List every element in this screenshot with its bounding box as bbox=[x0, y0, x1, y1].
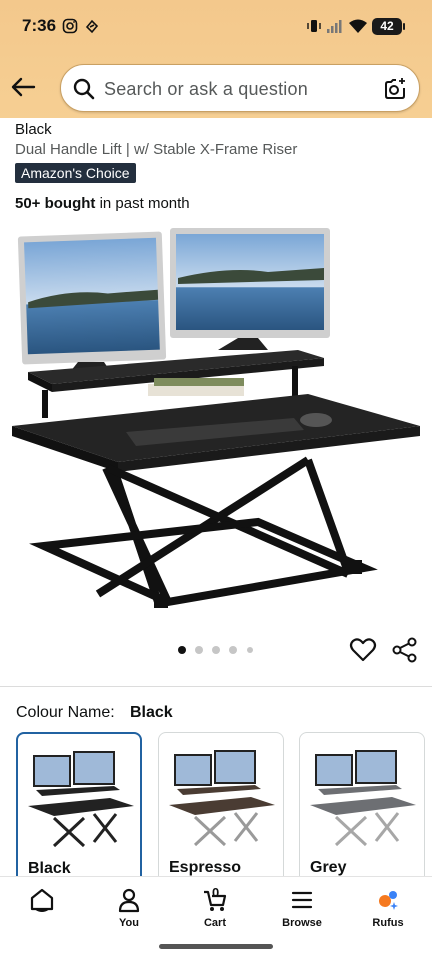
menu-icon bbox=[291, 891, 313, 909]
section-divider bbox=[0, 686, 432, 687]
swatch-image-black bbox=[28, 751, 134, 848]
carousel-dot[interactable] bbox=[195, 646, 203, 654]
left-monitor bbox=[17, 231, 167, 374]
person-icon bbox=[118, 888, 140, 913]
colour-selected-value: Black bbox=[130, 704, 173, 721]
vibrate-icon bbox=[307, 20, 321, 32]
amazons-choice-badge[interactable]: Amazon's Choice bbox=[15, 163, 136, 183]
bought-period: in past month bbox=[95, 195, 190, 212]
wifi-icon bbox=[349, 19, 367, 33]
carousel-dot[interactable] bbox=[229, 646, 237, 654]
nav-rufus-label: Rufus bbox=[372, 917, 404, 929]
app-header: 7:36 42 Search or ask a question bbox=[0, 0, 432, 118]
carousel-dot[interactable] bbox=[212, 646, 220, 654]
product-title[interactable]: Black bbox=[15, 121, 52, 138]
nav-cart[interactable]: 0 Cart bbox=[185, 885, 245, 935]
colour-label: Colour Name: bbox=[16, 704, 115, 721]
battery-indicator: 42 bbox=[372, 18, 405, 35]
colour-option-label: Espresso bbox=[169, 859, 242, 876]
nav-cart-label: Cart bbox=[203, 917, 226, 929]
rufus-icon bbox=[379, 891, 398, 910]
nav-rufus[interactable]: Rufus bbox=[358, 887, 418, 935]
instagram-icon bbox=[62, 18, 78, 34]
home-icon bbox=[30, 888, 54, 912]
bought-count: 50+ bought bbox=[15, 195, 96, 212]
colour-option-black[interactable]: Black bbox=[16, 732, 142, 892]
search-bar[interactable]: Search or ask a question bbox=[60, 64, 420, 112]
search-input[interactable]: Search or ask a question bbox=[104, 79, 308, 100]
right-monitor bbox=[170, 228, 330, 350]
nav-you[interactable]: You bbox=[99, 887, 159, 935]
purchase-count: 50+ bought in past month bbox=[15, 195, 190, 212]
search-icon bbox=[73, 78, 95, 100]
notification-app-icon bbox=[85, 19, 99, 34]
camera-lens-icon[interactable] bbox=[383, 77, 407, 101]
nav-home[interactable] bbox=[12, 887, 72, 935]
back-arrow-icon[interactable] bbox=[8, 72, 38, 102]
carousel-dot[interactable] bbox=[247, 647, 253, 653]
nav-browse-label: Browse bbox=[282, 917, 322, 929]
home-indicator[interactable] bbox=[159, 944, 273, 949]
swatch-image-grey bbox=[310, 750, 416, 847]
status-time: 7:36 bbox=[22, 16, 57, 35]
colour-option-label: Grey bbox=[310, 859, 347, 876]
nav-browse[interactable]: Browse bbox=[272, 887, 332, 935]
nav-you-label: You bbox=[119, 917, 139, 929]
product-subtitle: Dual Handle Lift | w/ Stable X-Frame Ris… bbox=[15, 141, 298, 158]
swatch-image-espresso bbox=[169, 750, 275, 847]
cart-count: 0 bbox=[212, 885, 220, 900]
status-bar: 7:36 42 bbox=[0, 0, 432, 52]
carousel-dot-active[interactable] bbox=[178, 646, 186, 654]
colour-option-grey[interactable]: Grey bbox=[299, 732, 425, 892]
product-image[interactable] bbox=[8, 222, 424, 622]
share-icon[interactable] bbox=[391, 636, 419, 664]
signal-icon bbox=[327, 20, 342, 33]
heart-icon[interactable] bbox=[349, 636, 377, 664]
colour-option-espresso[interactable]: Espresso bbox=[158, 732, 284, 892]
